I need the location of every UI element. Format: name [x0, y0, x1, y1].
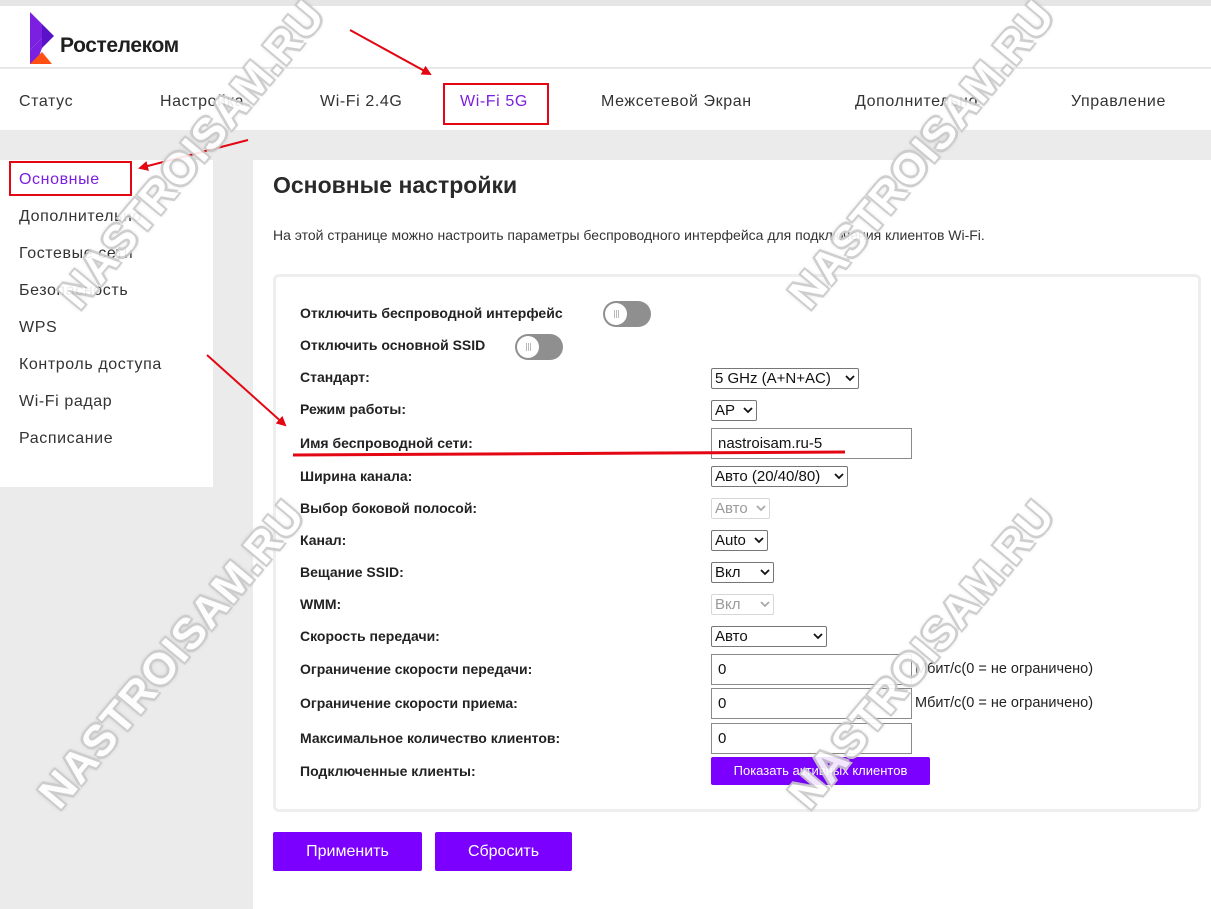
- sideband-select[interactable]: Авто: [711, 498, 770, 519]
- max-clients-label: Максимальное количество клиентов:: [300, 730, 561, 746]
- sidebar: Основные Дополнительно Гостевые сети Без…: [0, 160, 213, 487]
- chevron-down-icon: [834, 473, 844, 480]
- channel-select[interactable]: Auto: [711, 530, 768, 551]
- nav-settings[interactable]: Настройка: [160, 93, 244, 111]
- toggle-knob: [517, 336, 539, 358]
- chevron-down-icon: [760, 569, 770, 576]
- sidebar-item-wifi-radar[interactable]: Wi-Fi радар: [19, 393, 112, 411]
- disable-wireless-toggle[interactable]: [603, 301, 651, 327]
- nav-management[interactable]: Управление: [1071, 93, 1166, 111]
- tx-rate-label: Скорость передачи:: [300, 628, 440, 644]
- standard-select[interactable]: 5 GHz (A+N+AC): [711, 368, 859, 389]
- mode-label: Режим работы:: [300, 401, 407, 417]
- brand-logo[interactable]: Ростелеком: [28, 8, 179, 64]
- toggle-knob: [605, 303, 627, 325]
- mode-select[interactable]: AP: [711, 400, 757, 421]
- chevron-down-icon: [845, 375, 855, 382]
- tx-limit-label: Ограничение скорости передачи:: [300, 661, 533, 677]
- nav-status[interactable]: Статус: [19, 93, 73, 111]
- highlight-basic-box: [9, 161, 132, 196]
- channel-label: Канал:: [300, 532, 347, 548]
- disable-main-ssid-label: Отключить основной SSID: [300, 337, 486, 353]
- highlight-wifi-5g-box: [443, 83, 549, 125]
- sidebar-item-wps[interactable]: WPS: [19, 319, 57, 337]
- chevron-down-icon: [813, 633, 823, 640]
- channel-select-value: Auto: [715, 532, 746, 549]
- channel-width-select[interactable]: Авто (20/40/80): [711, 466, 848, 487]
- ssid-broadcast-label: Вещание SSID:: [300, 564, 404, 580]
- mode-select-value: AP: [715, 402, 736, 419]
- rx-limit-input[interactable]: 0: [711, 688, 912, 719]
- apply-button[interactable]: Применить: [273, 832, 422, 871]
- wmm-select[interactable]: Вкл: [711, 594, 774, 615]
- header: Ростелеком: [0, 6, 1211, 68]
- wmm-select-value: Вкл: [715, 596, 741, 613]
- main-content: Основные настройки На этой странице можн…: [253, 160, 1211, 909]
- rx-limit-label: Ограничение скорости приема:: [300, 695, 518, 711]
- sidebar-item-schedule[interactable]: Расписание: [19, 430, 113, 448]
- nav-firewall[interactable]: Межсетевой Экран: [601, 93, 752, 111]
- page-title: Основные настройки: [273, 172, 518, 198]
- channel-width-select-value: Авто (20/40/80): [715, 468, 821, 485]
- tx-rate-select[interactable]: Авто: [711, 626, 827, 647]
- standard-select-value: 5 GHz (A+N+AC): [715, 370, 831, 387]
- rx-limit-unit: Мбит/с(0 = не ограничено): [915, 695, 1094, 711]
- ssid-broadcast-select-value: Вкл: [715, 564, 741, 581]
- sidebar-item-advanced[interactable]: Дополнительно: [19, 208, 142, 226]
- sideband-select-value: Авто: [715, 500, 748, 517]
- ssid-input[interactable]: nastroisam.ru-5: [711, 428, 912, 459]
- chevron-down-icon: [754, 537, 764, 544]
- chevron-down-icon: [743, 407, 753, 414]
- channel-width-label: Ширина канала:: [300, 468, 413, 484]
- max-clients-input[interactable]: 0: [711, 723, 912, 754]
- sideband-label: Выбор боковой полосой:: [300, 500, 478, 516]
- reset-button[interactable]: Сбросить: [435, 832, 572, 871]
- chevron-down-icon: [756, 505, 766, 512]
- page-description: На этой странице можно настроить парамет…: [273, 227, 985, 243]
- chevron-down-icon: [760, 601, 770, 608]
- tx-rate-select-value: Авто: [715, 628, 748, 645]
- nav-advanced[interactable]: Дополнительно: [855, 93, 978, 111]
- ssid-broadcast-select[interactable]: Вкл: [711, 562, 774, 583]
- connected-clients-label: Подключенные клиенты:: [300, 763, 476, 779]
- ssid-label: Имя беспроводной сети:: [300, 435, 473, 451]
- top-nav: Статус Настройка Wi-Fi 2.4G Wi-Fi 5G Меж…: [0, 69, 1211, 130]
- standard-label: Стандарт:: [300, 369, 370, 385]
- tx-limit-input[interactable]: 0: [711, 654, 912, 685]
- disable-wireless-label: Отключить беспроводной интерфейс: [300, 305, 563, 321]
- sidebar-item-guest-networks[interactable]: Гостевые сети: [19, 245, 133, 263]
- brand-name: Ростелеком: [60, 34, 179, 57]
- show-active-clients-button[interactable]: Показать активных клиентов: [711, 757, 930, 785]
- wmm-label: WMM:: [300, 596, 342, 612]
- rostelecom-logo-icon: [30, 12, 54, 64]
- disable-main-ssid-toggle[interactable]: [515, 334, 563, 360]
- sidebar-item-access-control[interactable]: Контроль доступа: [19, 356, 162, 374]
- sidebar-item-security[interactable]: Безопасность: [19, 282, 128, 300]
- settings-card: Отключить беспроводной интерфейс Отключи…: [273, 274, 1201, 812]
- tx-limit-unit: Мбит/с(0 = не ограничено): [915, 661, 1094, 677]
- nav-wifi-24g[interactable]: Wi-Fi 2.4G: [320, 93, 402, 111]
